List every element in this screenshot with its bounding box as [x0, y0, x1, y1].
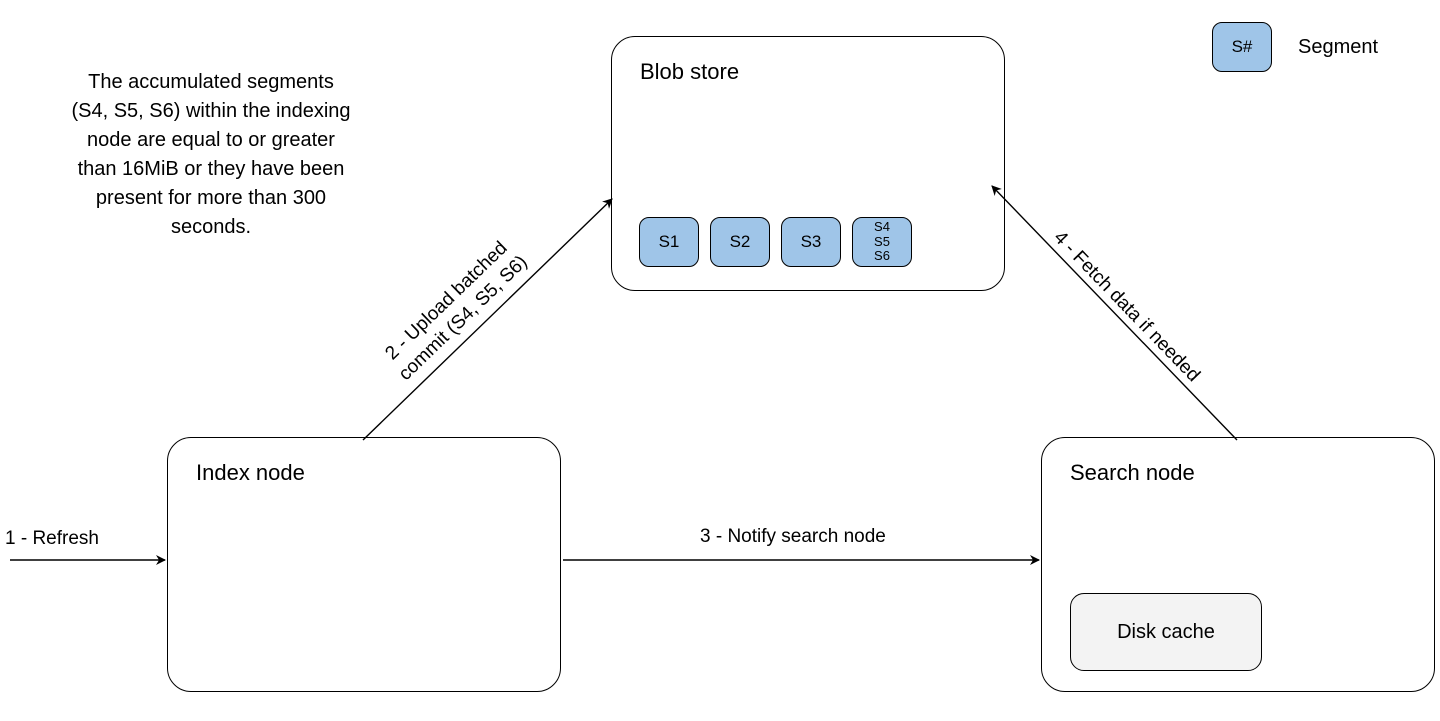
search-node-title: Search node	[1070, 460, 1195, 486]
label-notify: 3 - Notify search node	[700, 525, 886, 549]
segment-s1: S1	[639, 217, 699, 267]
segment-s3: S3	[781, 217, 841, 267]
legend-symbol: S#	[1212, 22, 1272, 72]
explain-paragraph: The accumulated segments (S4, S5, S6) wi…	[71, 68, 351, 242]
blob-store-title: Blob store	[640, 59, 739, 85]
diagram-canvas: The accumulated segments (S4, S5, S6) wi…	[0, 0, 1440, 721]
segment-s4s5s6-line1: S4	[874, 220, 890, 235]
legend-label: Segment	[1298, 36, 1378, 59]
index-node-box: Index node	[167, 437, 561, 692]
segment-s4s5s6-line3: S6	[874, 249, 890, 264]
arrow-upload	[363, 199, 612, 440]
label-fetch: 4 - Fetch data if needed	[1048, 226, 1204, 387]
segment-s2: S2	[710, 217, 770, 267]
label-refresh: 1 - Refresh	[5, 527, 99, 551]
arrow-fetch	[992, 186, 1237, 440]
label-upload: 2 - Upload batched commit (S4, S5, S6)	[377, 234, 532, 386]
index-node-title: Index node	[196, 460, 305, 486]
blob-store-box: Blob store S1 S2 S3 S4 S5 S6	[611, 36, 1005, 291]
segment-s4s5s6-line2: S5	[874, 235, 890, 250]
disk-cache-box: Disk cache	[1070, 593, 1262, 671]
search-node-box: Search node Disk cache	[1041, 437, 1435, 692]
segment-s4s5s6: S4 S5 S6	[852, 217, 912, 267]
